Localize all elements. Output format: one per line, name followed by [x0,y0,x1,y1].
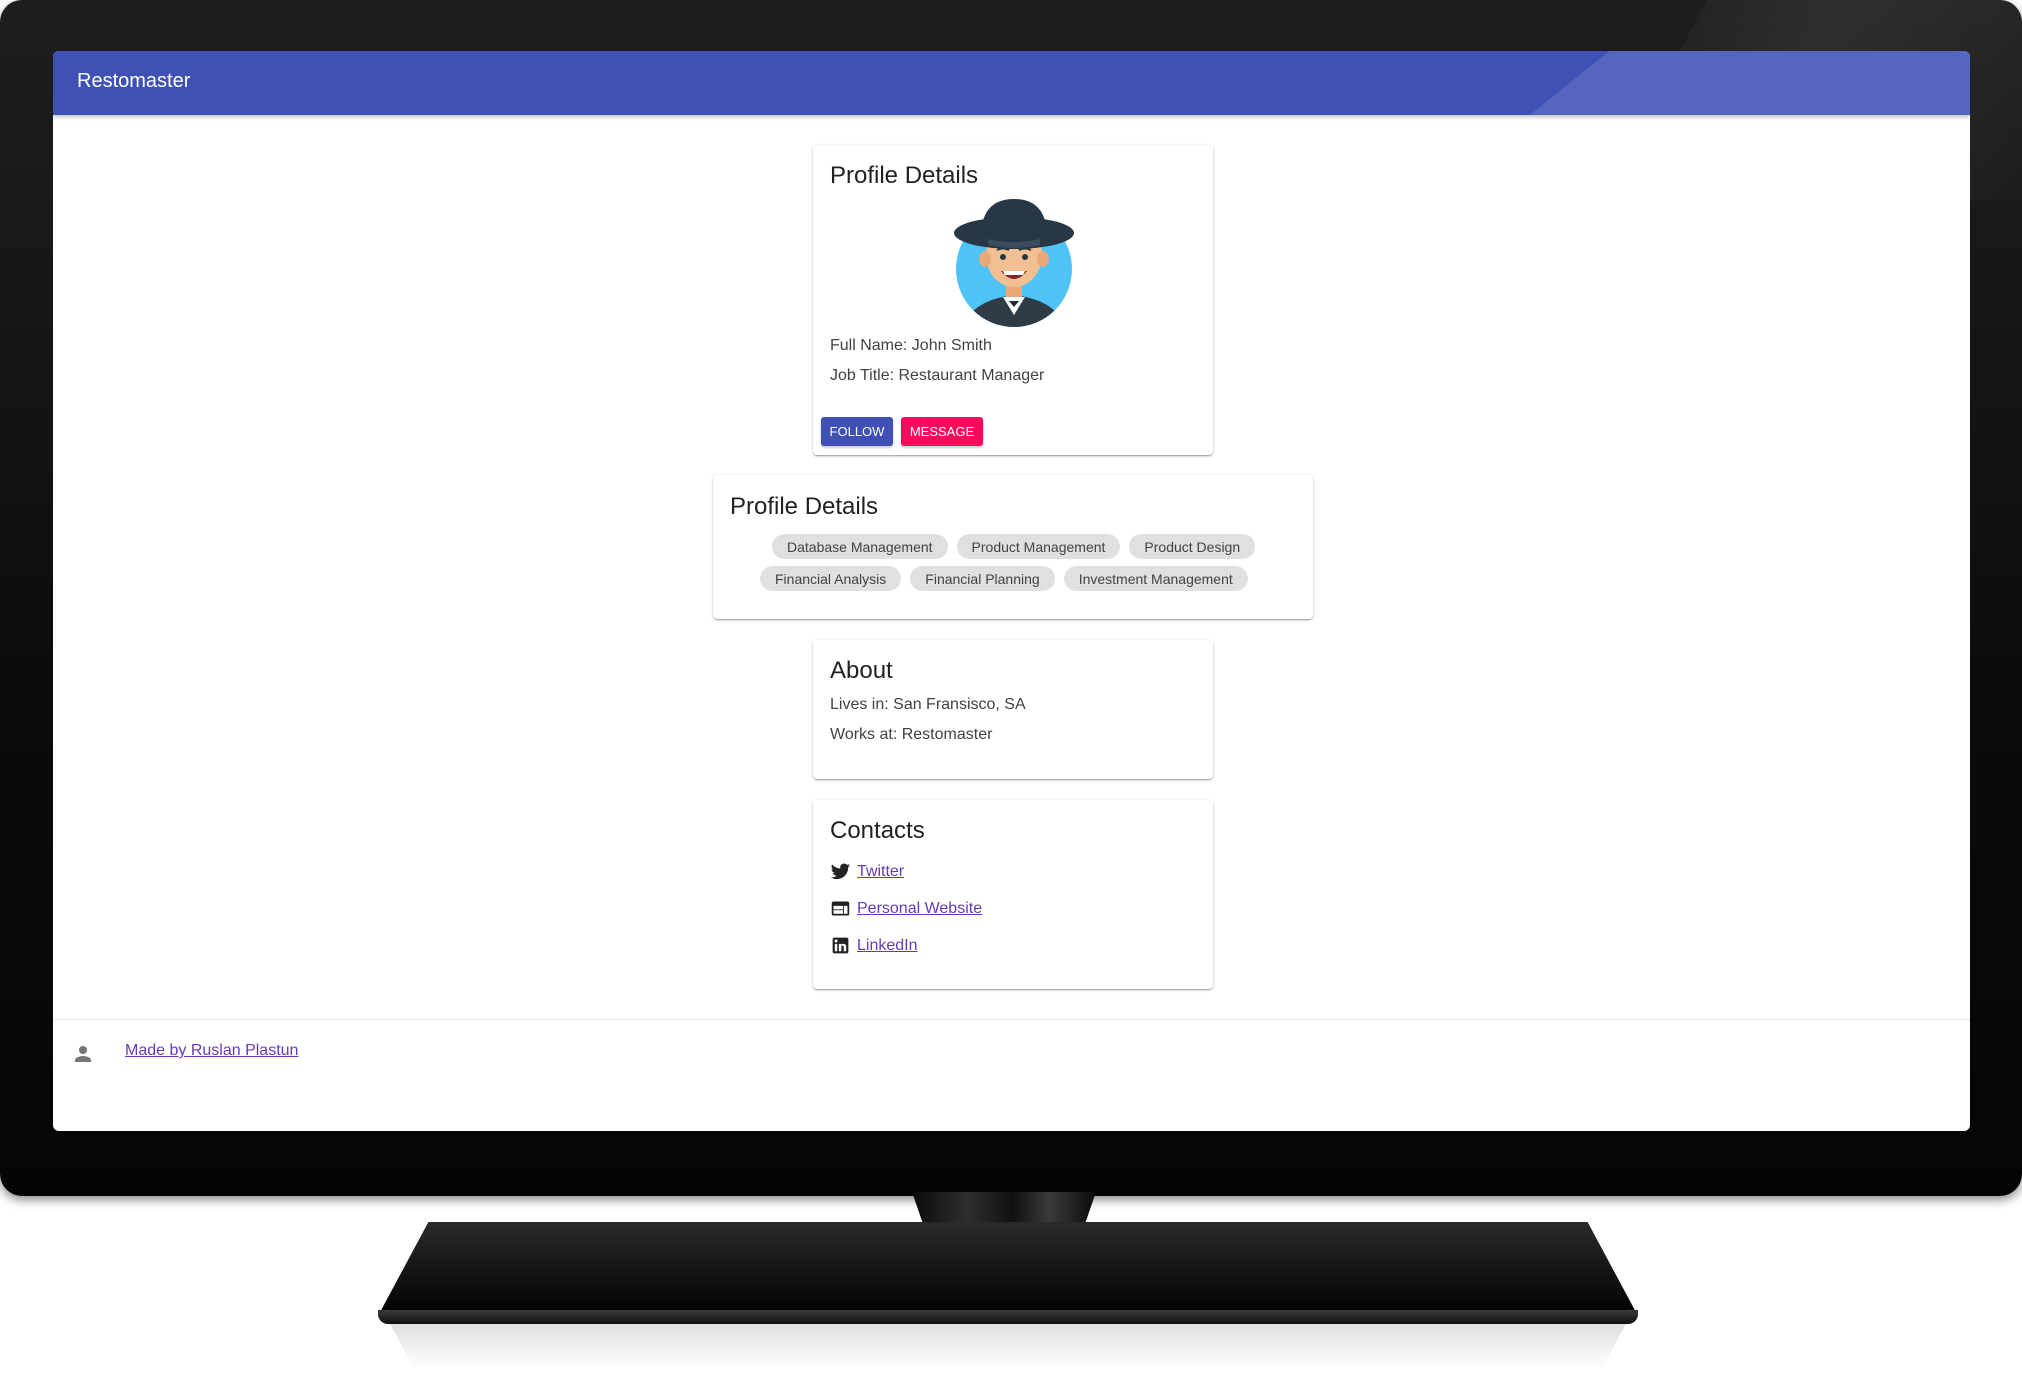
twitter-link[interactable]: Twitter [857,863,904,881]
lives-in: Lives in: San Fransisco, SA [830,696,1026,713]
twitter-icon [830,863,851,880]
avatar [954,199,1074,327]
skill-chip[interactable]: Product Design [1129,534,1256,559]
monitor-bezel: Restomaster Profile Details Full Name: J… [0,0,2022,1196]
contact-linkedin: LinkedIn [830,935,918,956]
profile-card-title: Profile Details [830,162,979,189]
footer-divider [53,1019,1970,1020]
contacts-card-title: Contacts [830,817,925,844]
profile-card: Profile Details Full Name: John Smith Jo… [813,145,1213,455]
skill-chip[interactable]: Investment Management [1063,566,1248,591]
works-at: Works at: Restomaster [830,726,993,743]
linkedin-link[interactable]: LinkedIn [857,937,918,955]
footer-credit-link[interactable]: Made by Ruslan Plastun [125,1042,298,1060]
contact-twitter: Twitter [830,861,904,882]
skills-card-title: Profile Details [730,493,879,520]
skill-chip[interactable]: Financial Planning [910,566,1055,591]
skill-chip[interactable]: Database Management [772,534,948,559]
about-card: About Lives in: San Fransisco, SA Works … [813,640,1213,779]
app-bar: Restomaster [53,51,1970,115]
skills-card: Profile Details Database Management Prod… [713,475,1313,619]
job-title: Job Title: Restaurant Manager [830,367,1045,384]
app-screen: Restomaster Profile Details Full Name: J… [53,51,1970,1131]
monitor-stand-shadow [390,1324,1626,1370]
personal-website-link[interactable]: Personal Website [857,900,982,918]
app-title[interactable]: Restomaster [77,70,190,93]
contact-website: Personal Website [830,898,982,919]
person-icon [75,1046,91,1062]
website-icon [831,901,850,916]
linkedin-icon [832,937,849,954]
app-bar-gloss [1530,51,1970,115]
skill-chip[interactable]: Product Management [956,534,1121,559]
monitor-stand-lip [378,1310,1638,1324]
contacts-card: Contacts Twitter Personal Website Linked… [813,800,1213,989]
full-name: Full Name: John Smith [830,337,992,354]
message-button[interactable]: MESSAGE [901,417,983,446]
skill-chip[interactable]: Financial Analysis [760,566,902,591]
monitor-stand-base [378,1222,1638,1316]
about-card-title: About [830,657,893,684]
skills-chip-list: Database Management Product Management P… [760,534,1272,598]
follow-button[interactable]: FOLLOW [821,417,893,446]
